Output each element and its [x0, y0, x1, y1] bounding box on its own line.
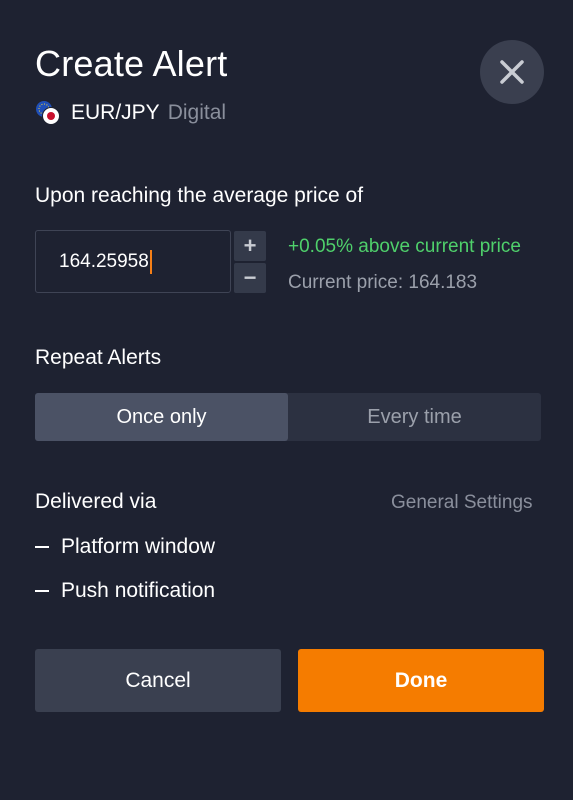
- asset-name: EUR/JPY: [71, 101, 160, 124]
- delivered-via-label: Delivered via: [35, 490, 157, 513]
- close-button[interactable]: [480, 40, 544, 104]
- plus-icon: +: [243, 233, 257, 258]
- cancel-button[interactable]: Cancel: [35, 649, 281, 712]
- close-icon: [500, 60, 524, 84]
- delivery-method-label: Platform window: [61, 535, 216, 558]
- price-alert-label: Upon reaching the average price of: [35, 184, 364, 207]
- delivery-method-platform-window: Platform window: [35, 535, 215, 559]
- increment-button[interactable]: +: [234, 231, 266, 261]
- text-caret: [149, 249, 152, 274]
- current-price: Current price: 164.183: [288, 272, 477, 294]
- minus-icon: −: [243, 265, 257, 290]
- decrement-button[interactable]: −: [234, 263, 266, 293]
- current-price-label: Current price:: [288, 272, 404, 293]
- general-settings-link[interactable]: General Settings: [391, 492, 533, 514]
- price-input-value: 164.25958: [59, 250, 149, 272]
- delivery-method-label: Push notification: [61, 579, 216, 602]
- delivery-method-push-notification: Push notification: [35, 579, 215, 603]
- repeat-option-once-only[interactable]: Once only: [35, 393, 288, 441]
- repeat-toggle: Once only Every time: [35, 393, 541, 441]
- asset-info: EUR/JPY Digital: [35, 98, 226, 128]
- eur-jpy-flag-icon: [35, 100, 61, 126]
- dialog-title: Create Alert: [35, 43, 228, 84]
- price-change-text: +0.05% above current price: [288, 236, 521, 257]
- dash-icon: [35, 590, 49, 592]
- asset-type: Digital: [167, 101, 227, 124]
- repeat-option-every-time[interactable]: Every time: [288, 393, 541, 441]
- dash-icon: [35, 546, 49, 548]
- current-price-value: 164.183: [408, 272, 478, 293]
- repeat-alerts-label: Repeat Alerts: [35, 346, 162, 369]
- done-button[interactable]: Done: [298, 649, 544, 712]
- price-input[interactable]: 164.25958: [35, 230, 231, 293]
